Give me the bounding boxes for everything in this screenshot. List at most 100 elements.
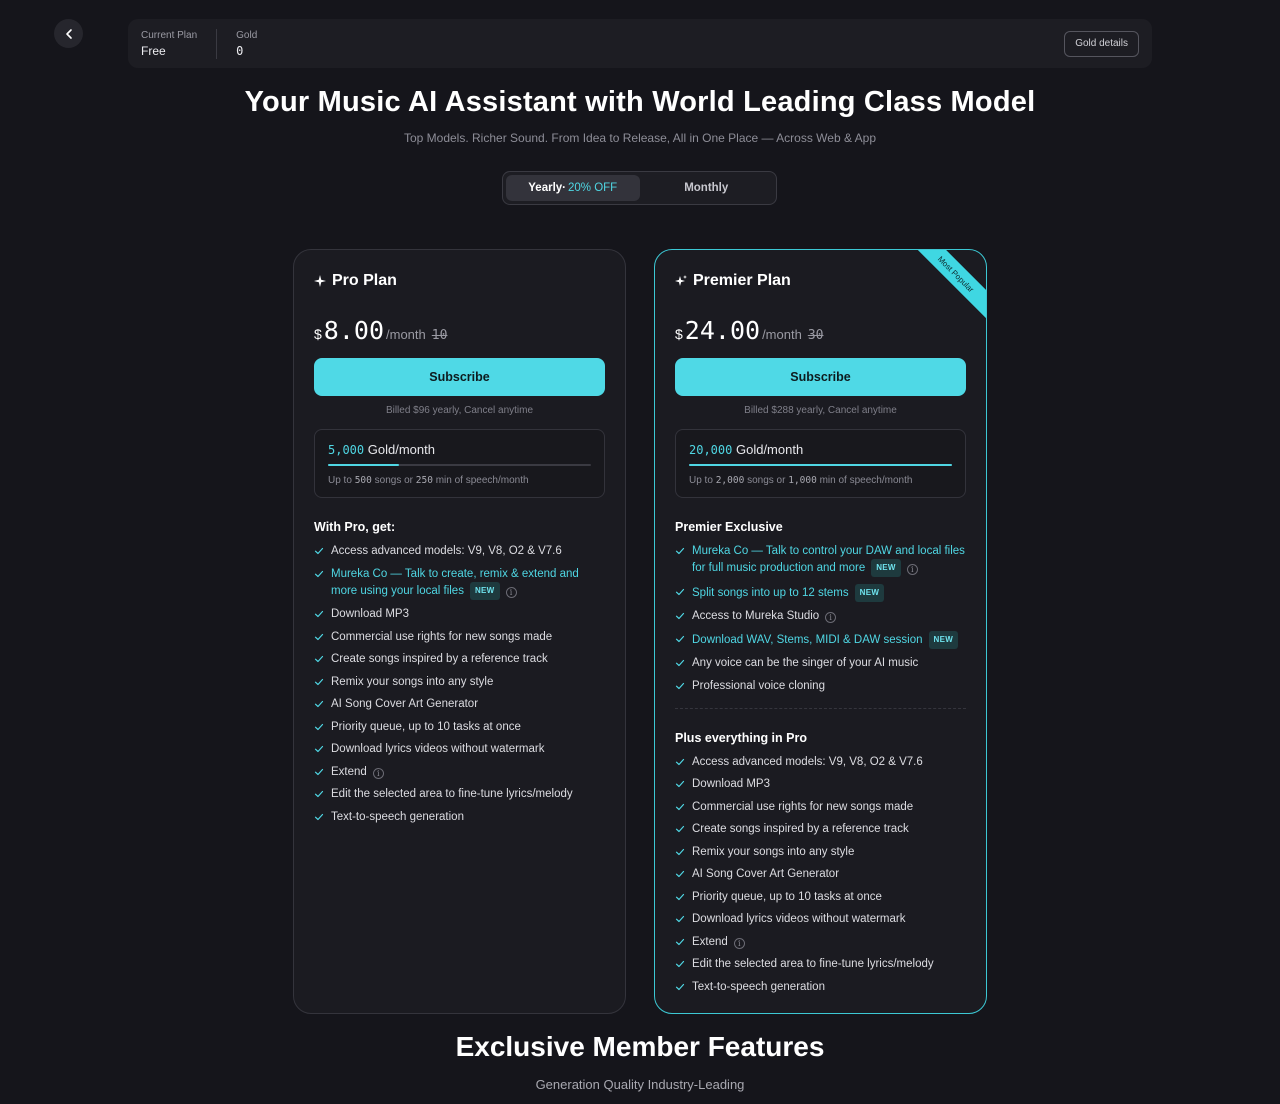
usage-note: Up to 2,000 songs or 1,000 min of speech… bbox=[689, 475, 913, 486]
plan-title: Pro Plan bbox=[314, 270, 605, 292]
discount-label: 20% OFF bbox=[568, 182, 618, 194]
pro-plan-card: Pro Plan $ 8.00 /month 10 Subscribe Bill… bbox=[293, 249, 626, 1014]
feature-item: Extend i bbox=[314, 764, 605, 780]
feature-text: AI Song Cover Art Generator bbox=[692, 868, 840, 880]
check-icon bbox=[675, 983, 685, 990]
feature-item: AI Song Cover Art Generator bbox=[675, 866, 966, 882]
feature-item: Download MP3 bbox=[675, 776, 966, 792]
info-icon[interactable]: i bbox=[372, 767, 384, 779]
subscribe-button[interactable]: Subscribe bbox=[314, 358, 605, 396]
feature-text: Download MP3 bbox=[331, 608, 409, 620]
feature-item: AI Song Cover Art Generator bbox=[314, 696, 605, 712]
feature-text: Download MP3 bbox=[692, 778, 770, 790]
gold-progress-bar bbox=[328, 464, 591, 466]
premier-plan-card: Most Popular Premier Plan $ 24.00 /month… bbox=[654, 249, 987, 1014]
features-heading: With Pro, get: bbox=[314, 520, 396, 534]
new-badge: NEW bbox=[928, 630, 959, 649]
feature-text: Remix your songs into any style bbox=[692, 845, 855, 858]
songs-count: 2,000 bbox=[715, 475, 745, 486]
feature-item: Download WAV, Stems, MIDI & DAW session N… bbox=[675, 630, 966, 649]
feature-text: Extend bbox=[331, 765, 367, 778]
check-icon bbox=[675, 893, 685, 900]
new-badge: NEW bbox=[854, 583, 885, 602]
gold-details-button[interactable]: Gold details bbox=[1064, 30, 1139, 57]
feature-item: Access to Mureka Studio i bbox=[675, 608, 966, 624]
feature-text: Mureka Co — Talk to create, remix & exte… bbox=[331, 567, 579, 597]
songs-count: 500 bbox=[354, 475, 372, 486]
currency: $ bbox=[314, 326, 322, 342]
gold-progress-fill bbox=[328, 464, 399, 466]
feature-item: Edit the selected area to fine-tune lyri… bbox=[314, 786, 605, 802]
chevron-left-icon bbox=[65, 28, 72, 39]
new-badge: NEW bbox=[871, 559, 901, 577]
feature-item: Split songs into up to 12 stems NEW bbox=[675, 583, 966, 602]
yearly-label: Yearly· bbox=[528, 182, 566, 194]
check-icon bbox=[314, 768, 324, 775]
currency: $ bbox=[675, 326, 683, 342]
feature-item: Mureka Co — Talk to control your DAW and… bbox=[675, 543, 966, 577]
page-subtitle: Top Models. Richer Sound. From Idea to R… bbox=[403, 131, 876, 145]
feature-item: Download lyrics videos without watermark bbox=[675, 911, 966, 927]
check-icon bbox=[314, 745, 324, 753]
feature-item: Priority queue, up to 10 tasks at once bbox=[314, 719, 605, 735]
check-icon bbox=[675, 612, 685, 620]
usage-note: Up to 500 songs or 250 min of speech/mon… bbox=[328, 475, 529, 486]
feature-item: Access advanced models: V9, V8, O2 & V7.… bbox=[314, 543, 605, 559]
check-icon bbox=[314, 570, 324, 577]
page-title: Your Music AI Assistant with World Leadi… bbox=[244, 86, 1036, 118]
info-icon[interactable]: i bbox=[825, 612, 837, 623]
old-price: 30 bbox=[807, 328, 824, 343]
divider bbox=[216, 28, 218, 59]
feature-text: Access to Mureka Studio bbox=[692, 610, 820, 622]
billed-note: Billed $288 yearly, Cancel anytime bbox=[744, 405, 897, 416]
feature-text: Commercial use rights for new songs made bbox=[331, 630, 553, 643]
info-icon[interactable]: i bbox=[906, 564, 918, 575]
check-icon bbox=[314, 700, 324, 708]
info-icon[interactable]: i bbox=[733, 937, 745, 949]
feature-item: Create songs inspired by a reference tra… bbox=[314, 651, 605, 667]
price-period: /month bbox=[762, 327, 802, 342]
check-icon bbox=[675, 659, 685, 667]
feature-text: Extend bbox=[692, 935, 728, 948]
plan-status-bar: Current Plan Free Gold 0 Gold details bbox=[128, 19, 1152, 68]
feature-item: Edit the selected area to fine-tune lyri… bbox=[675, 956, 966, 972]
tab-monthly[interactable]: Monthly bbox=[640, 175, 774, 201]
check-icon bbox=[675, 588, 685, 595]
feature-text: Create songs inspired by a reference tra… bbox=[692, 823, 909, 835]
feature-text: Any voice can be the singer of your AI m… bbox=[692, 657, 919, 669]
old-price: 10 bbox=[431, 328, 448, 343]
feature-item: Any voice can be the singer of your AI m… bbox=[675, 655, 966, 671]
feature-item: Download MP3 bbox=[314, 606, 605, 622]
check-icon bbox=[314, 610, 324, 618]
divider bbox=[675, 707, 966, 709]
features-heading: Plus everything in Pro bbox=[675, 730, 807, 745]
exclusive-feature-list: Mureka Co — Talk to control your DAW and… bbox=[675, 543, 966, 694]
check-icon bbox=[675, 938, 685, 945]
feature-list: Access advanced models: V9, V8, O2 & V7.… bbox=[675, 754, 966, 995]
feature-item: Professional voice cloning bbox=[675, 678, 966, 694]
current-plan-value: Free bbox=[141, 43, 166, 58]
feature-text: Professional voice cloning bbox=[692, 679, 825, 692]
price-amount: 24.00 bbox=[684, 316, 761, 345]
check-icon bbox=[314, 813, 324, 820]
info-icon[interactable]: i bbox=[505, 586, 517, 598]
back-button[interactable] bbox=[54, 19, 83, 48]
check-icon bbox=[675, 547, 685, 555]
check-icon bbox=[675, 825, 685, 833]
feature-text: AI Song Cover Art Generator bbox=[331, 698, 479, 710]
check-icon bbox=[314, 633, 324, 640]
check-icon bbox=[675, 758, 685, 765]
feature-text: Remix your songs into any style bbox=[331, 675, 494, 688]
gold-allowance: 20,000 Gold/month Up to 2,000 songs or 1… bbox=[675, 429, 966, 498]
gold-progress-fill bbox=[689, 464, 952, 466]
price: $ 8.00 /month 10 bbox=[314, 316, 605, 345]
feature-text: Split songs into up to 12 stems bbox=[692, 586, 849, 599]
feature-text: Mureka Co — Talk to control your DAW and… bbox=[692, 545, 965, 574]
feature-text: Download WAV, Stems, MIDI & DAW session bbox=[692, 633, 923, 646]
gold-label: Gold bbox=[236, 29, 258, 41]
tab-yearly[interactable]: Yearly· 20% OFF bbox=[506, 175, 640, 201]
subscribe-button[interactable]: Subscribe bbox=[675, 358, 966, 396]
feature-item: Remix your songs into any style bbox=[675, 844, 966, 860]
feature-text: Text-to-speech generation bbox=[692, 980, 825, 993]
check-icon bbox=[314, 790, 324, 798]
